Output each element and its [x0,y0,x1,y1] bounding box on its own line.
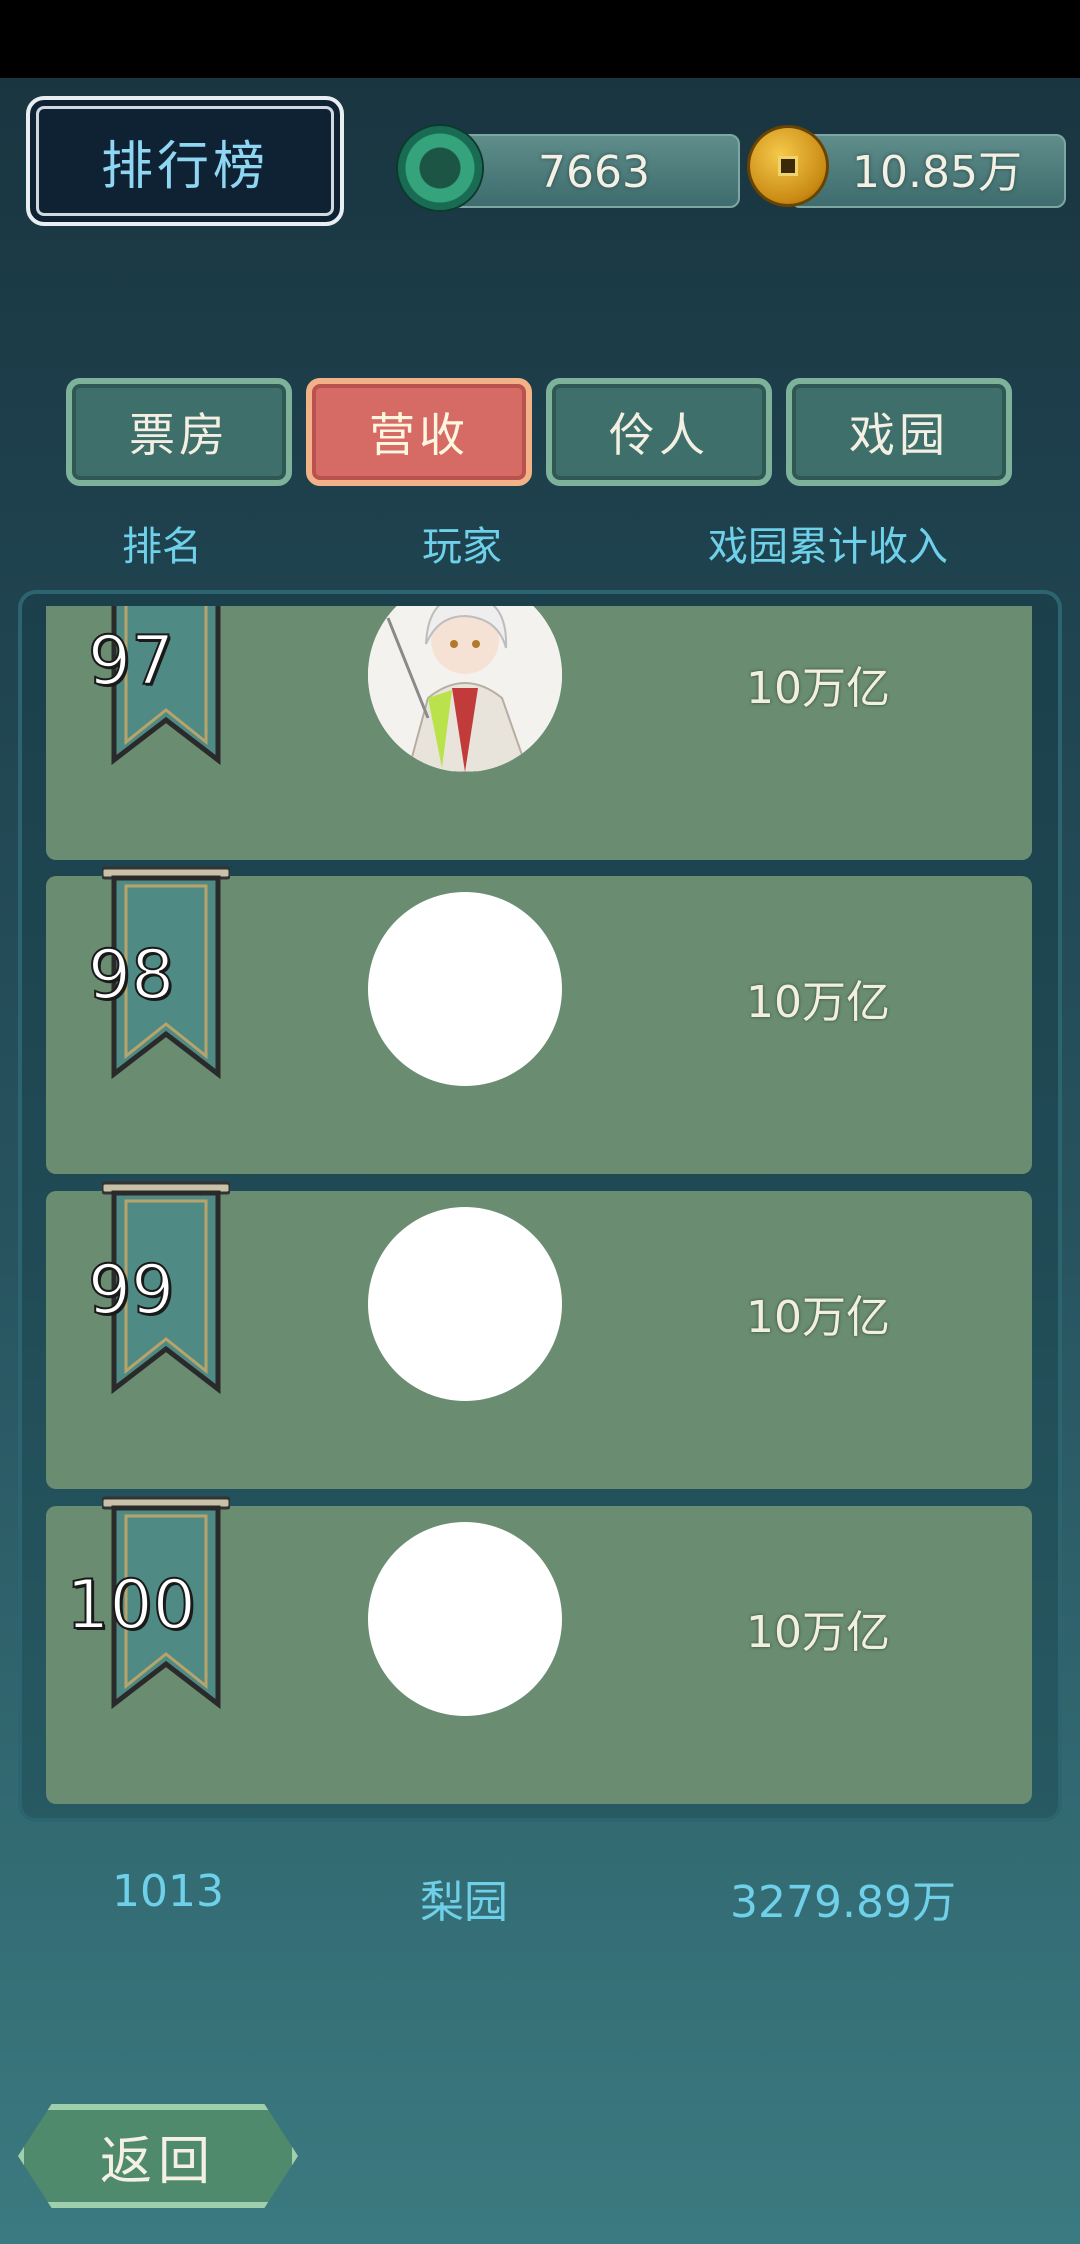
header: 排行榜 7663 10.85万 [0,78,1080,238]
tab-performers[interactable]: 伶人 [546,378,772,486]
rank-number: 98 [87,935,176,1016]
rank-number: 97 [87,621,176,702]
rank-number: 100 [65,1565,197,1646]
tab-revenue[interactable]: 营收 [306,378,532,486]
column-player: 玩家 [422,524,502,570]
income-value: 10万亿 [746,663,890,714]
jade-amount: 7663 [538,147,650,198]
tab-box-office[interactable]: 票房 [66,378,292,486]
leaderboard-list[interactable]: 97 10万亿 98 10万亿 99 10万亿 100 10万亿 [30,606,1034,1812]
player-avatar[interactable] [368,1522,562,1716]
jade-resource-bar: 7663 [440,134,740,208]
player-avatar[interactable] [368,606,562,772]
column-income: 戏园累计收入 [708,524,948,570]
my-player-name: 梨园 [420,1877,508,1928]
income-value: 10万亿 [746,1292,890,1343]
coin-amount: 10.85万 [852,147,1022,198]
tab-theater[interactable]: 戏园 [786,378,1012,486]
column-rank: 排名 [122,524,202,570]
rank-number: 99 [87,1250,176,1331]
income-value: 10万亿 [746,1607,890,1658]
table-row[interactable]: 98 10万亿 [46,866,1032,1174]
status-bar [0,0,1080,78]
anime-character-avatar-icon [368,606,562,772]
back-button[interactable]: 返回 [18,2104,298,2208]
coin-icon [750,128,826,204]
coin-resource-bar: 10.85万 [790,134,1066,208]
page-title: 排行榜 [100,136,269,197]
table-row[interactable]: 97 10万亿 [46,606,1032,860]
table-row[interactable]: 99 10万亿 [46,1181,1032,1489]
table-row[interactable]: 100 10万亿 [46,1496,1032,1804]
column-headers: 排名 玩家 戏园累计收入 [0,514,1080,574]
income-value: 10万亿 [746,977,890,1028]
category-tabs: 票房 营收 伶人 戏园 [0,378,1080,488]
my-income: 3279.89万 [730,1877,956,1928]
my-rank-row: 1013 梨园 3279.89万 [0,1866,1080,1928]
player-avatar[interactable] [368,892,562,1086]
jade-icon [398,126,482,210]
page-title-plate: 排行榜 [26,96,344,226]
my-rank-number: 1013 [112,1866,224,1917]
back-button-label: 返回 [99,2131,216,2192]
player-avatar[interactable] [368,1207,562,1401]
